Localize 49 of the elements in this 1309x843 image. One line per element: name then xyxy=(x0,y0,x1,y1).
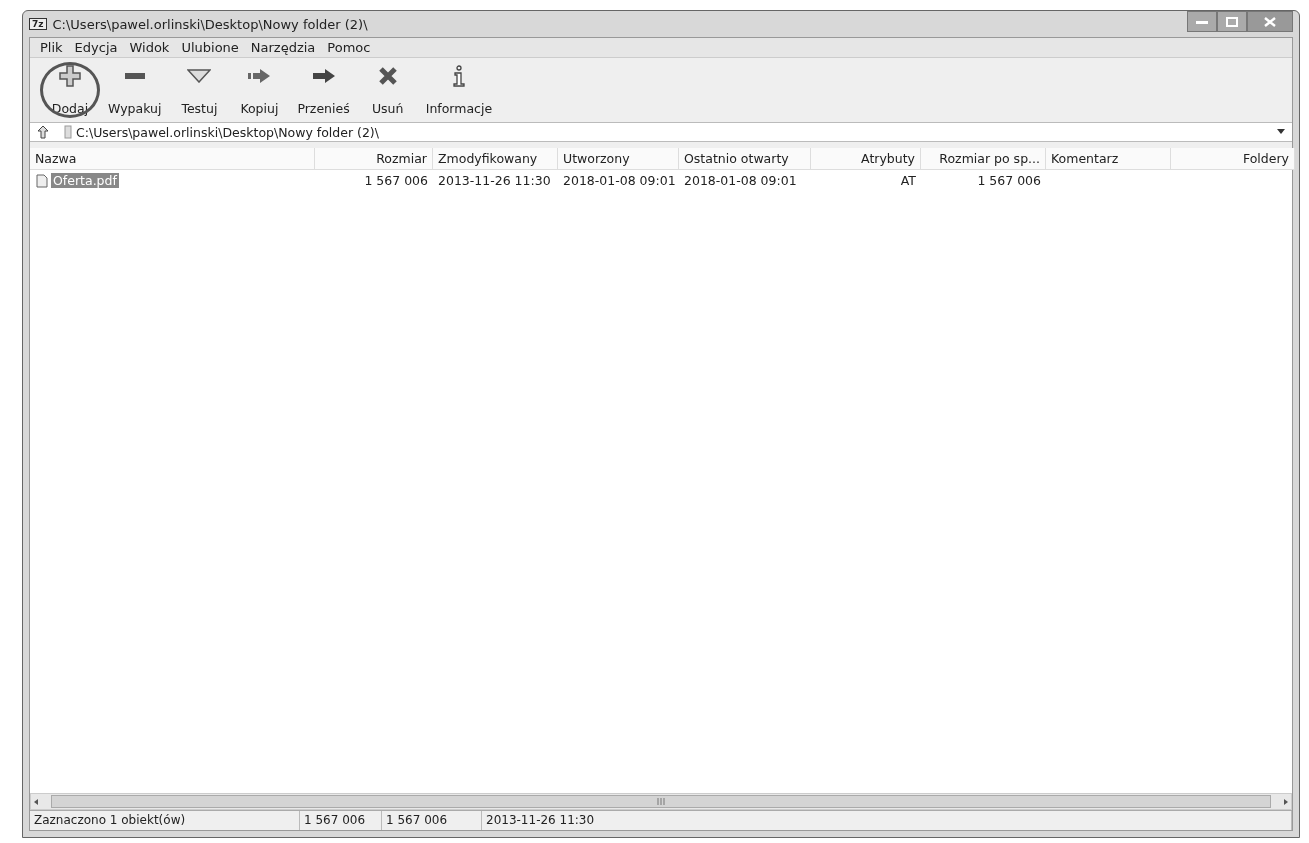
column-header[interactable]: Zmodyfikowany xyxy=(433,148,558,170)
menu-item[interactable]: Narzędzia xyxy=(244,40,322,55)
minimize-icon[interactable] xyxy=(1187,11,1217,32)
delete-icon xyxy=(377,66,398,86)
table-cell-text: 1 567 006 xyxy=(363,172,429,190)
scrollbar-thumb[interactable] xyxy=(51,795,1271,808)
toolbar-button[interactable]: Wypakuj xyxy=(100,62,170,118)
column-header[interactable]: Nazwa xyxy=(30,148,315,170)
horizontal-scrollbar[interactable] xyxy=(30,793,1292,810)
column-header[interactable]: Rozmiar xyxy=(315,148,433,170)
table-cell-text: 2013-11-26 11:30 xyxy=(437,172,552,190)
status-text: 1 567 006 xyxy=(300,811,382,830)
column-header[interactable]: Rozmiar po sp... xyxy=(921,148,1046,170)
column-header[interactable]: Utworzony xyxy=(558,148,679,170)
table-cell-text: AT xyxy=(899,172,917,190)
file-name[interactable]: Oferta.pdf xyxy=(51,173,119,188)
table-cell-text: 2018-01-08 09:01 xyxy=(683,172,798,190)
folder-icon xyxy=(64,125,72,139)
arrow-icon xyxy=(311,68,336,84)
toolbar-button[interactable]: Kopiuj xyxy=(229,62,290,118)
app-icon: 7z xyxy=(29,18,47,30)
column-header[interactable]: Foldery xyxy=(1171,148,1295,170)
column-header[interactable]: Komentarz xyxy=(1046,148,1171,170)
window-title: C:\Users\pawel.orlinski\Desktop\Nowy folder (2)\ xyxy=(52,16,369,32)
file-icon xyxy=(35,173,49,188)
status-text: Zaznaczono 1 obiekt(ów) xyxy=(30,811,300,830)
info-icon xyxy=(451,65,466,87)
menu-item[interactable]: Edycja xyxy=(68,40,124,55)
menu-item[interactable]: Plik xyxy=(34,40,69,55)
column-header[interactable]: Atrybuty xyxy=(811,148,921,170)
table-cell-text: 1 567 006 xyxy=(976,172,1042,190)
toolbar-button[interactable]: Testuj xyxy=(169,62,230,118)
maximize-icon[interactable] xyxy=(1217,11,1247,32)
table-cell-text: 2018-01-08 09:01 xyxy=(562,172,677,190)
menu-item[interactable]: Ulubione xyxy=(175,40,245,55)
plus-icon xyxy=(59,65,81,87)
grip-icon xyxy=(657,798,665,805)
toolbar-button[interactable]: Informacje xyxy=(417,62,501,118)
toolbar-button[interactable]: Przenieś xyxy=(289,62,358,118)
chevron-icon xyxy=(187,69,212,83)
status-text: 2013-11-26 11:30 xyxy=(482,811,1292,830)
toolbar-button[interactable]: Usuń xyxy=(357,62,418,118)
minus-icon xyxy=(123,71,146,81)
menu-item[interactable]: Widok xyxy=(123,40,176,55)
arrow-icon xyxy=(247,68,272,84)
menu-item[interactable]: Pomoc xyxy=(321,40,377,55)
status-text: 1 567 006 xyxy=(382,811,482,830)
close-icon[interactable] xyxy=(1247,11,1293,32)
column-header[interactable]: Ostatnio otwarty xyxy=(679,148,811,170)
